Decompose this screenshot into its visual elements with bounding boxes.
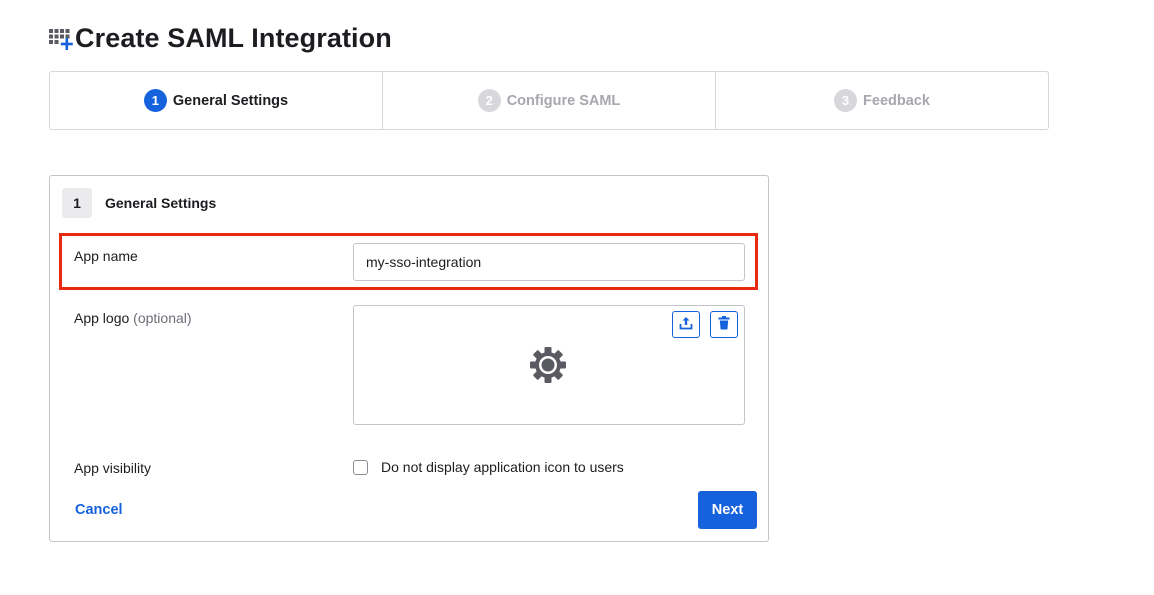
gear-icon (529, 346, 567, 384)
step-general-settings[interactable]: 1 General Settings (50, 72, 383, 129)
step-feedback[interactable]: 3 Feedback (716, 72, 1048, 129)
step-label: Configure SAML (506, 92, 621, 109)
step-number: 2 (477, 89, 501, 112)
page-title: Create SAML Integration (75, 22, 392, 53)
step-label: Feedback (863, 92, 930, 109)
app-name-label: App name (74, 248, 138, 264)
upload-icon (679, 316, 693, 333)
wizard-stepper: 1 General Settings 2 Configure SAML 3 Fe… (49, 71, 1049, 130)
step-number: 1 (143, 89, 167, 112)
hide-app-icon-checkbox-label[interactable]: Do not display application icon to users (381, 459, 624, 475)
step-configure-saml[interactable]: 2 Configure SAML (383, 72, 716, 129)
grid-add-icon (49, 27, 75, 53)
app-logo-dropzone[interactable] (353, 305, 745, 425)
next-button[interactable]: Next (698, 491, 757, 529)
app-name-input[interactable] (353, 243, 745, 281)
app-visibility-label: App visibility (74, 460, 152, 476)
app-logo-label-text: App logo (74, 310, 130, 326)
hide-app-icon-checkbox[interactable] (353, 460, 368, 475)
delete-logo-button[interactable] (710, 311, 738, 338)
trash-icon (718, 316, 730, 333)
form-title: General Settings (105, 195, 217, 211)
general-settings-form: 1 General Settings App name App logo (op… (49, 175, 769, 542)
form-header: 1 General Settings (62, 188, 216, 218)
cancel-button[interactable]: Cancel (75, 502, 123, 518)
step-number: 3 (834, 89, 858, 112)
optional-tag: (optional) (133, 310, 192, 326)
page-header: Create SAML Integration (49, 18, 392, 58)
step-label: General Settings (172, 92, 289, 109)
upload-logo-button[interactable] (672, 311, 700, 338)
form-step-number: 1 (62, 188, 92, 218)
app-logo-label: App logo (optional) (74, 310, 192, 326)
